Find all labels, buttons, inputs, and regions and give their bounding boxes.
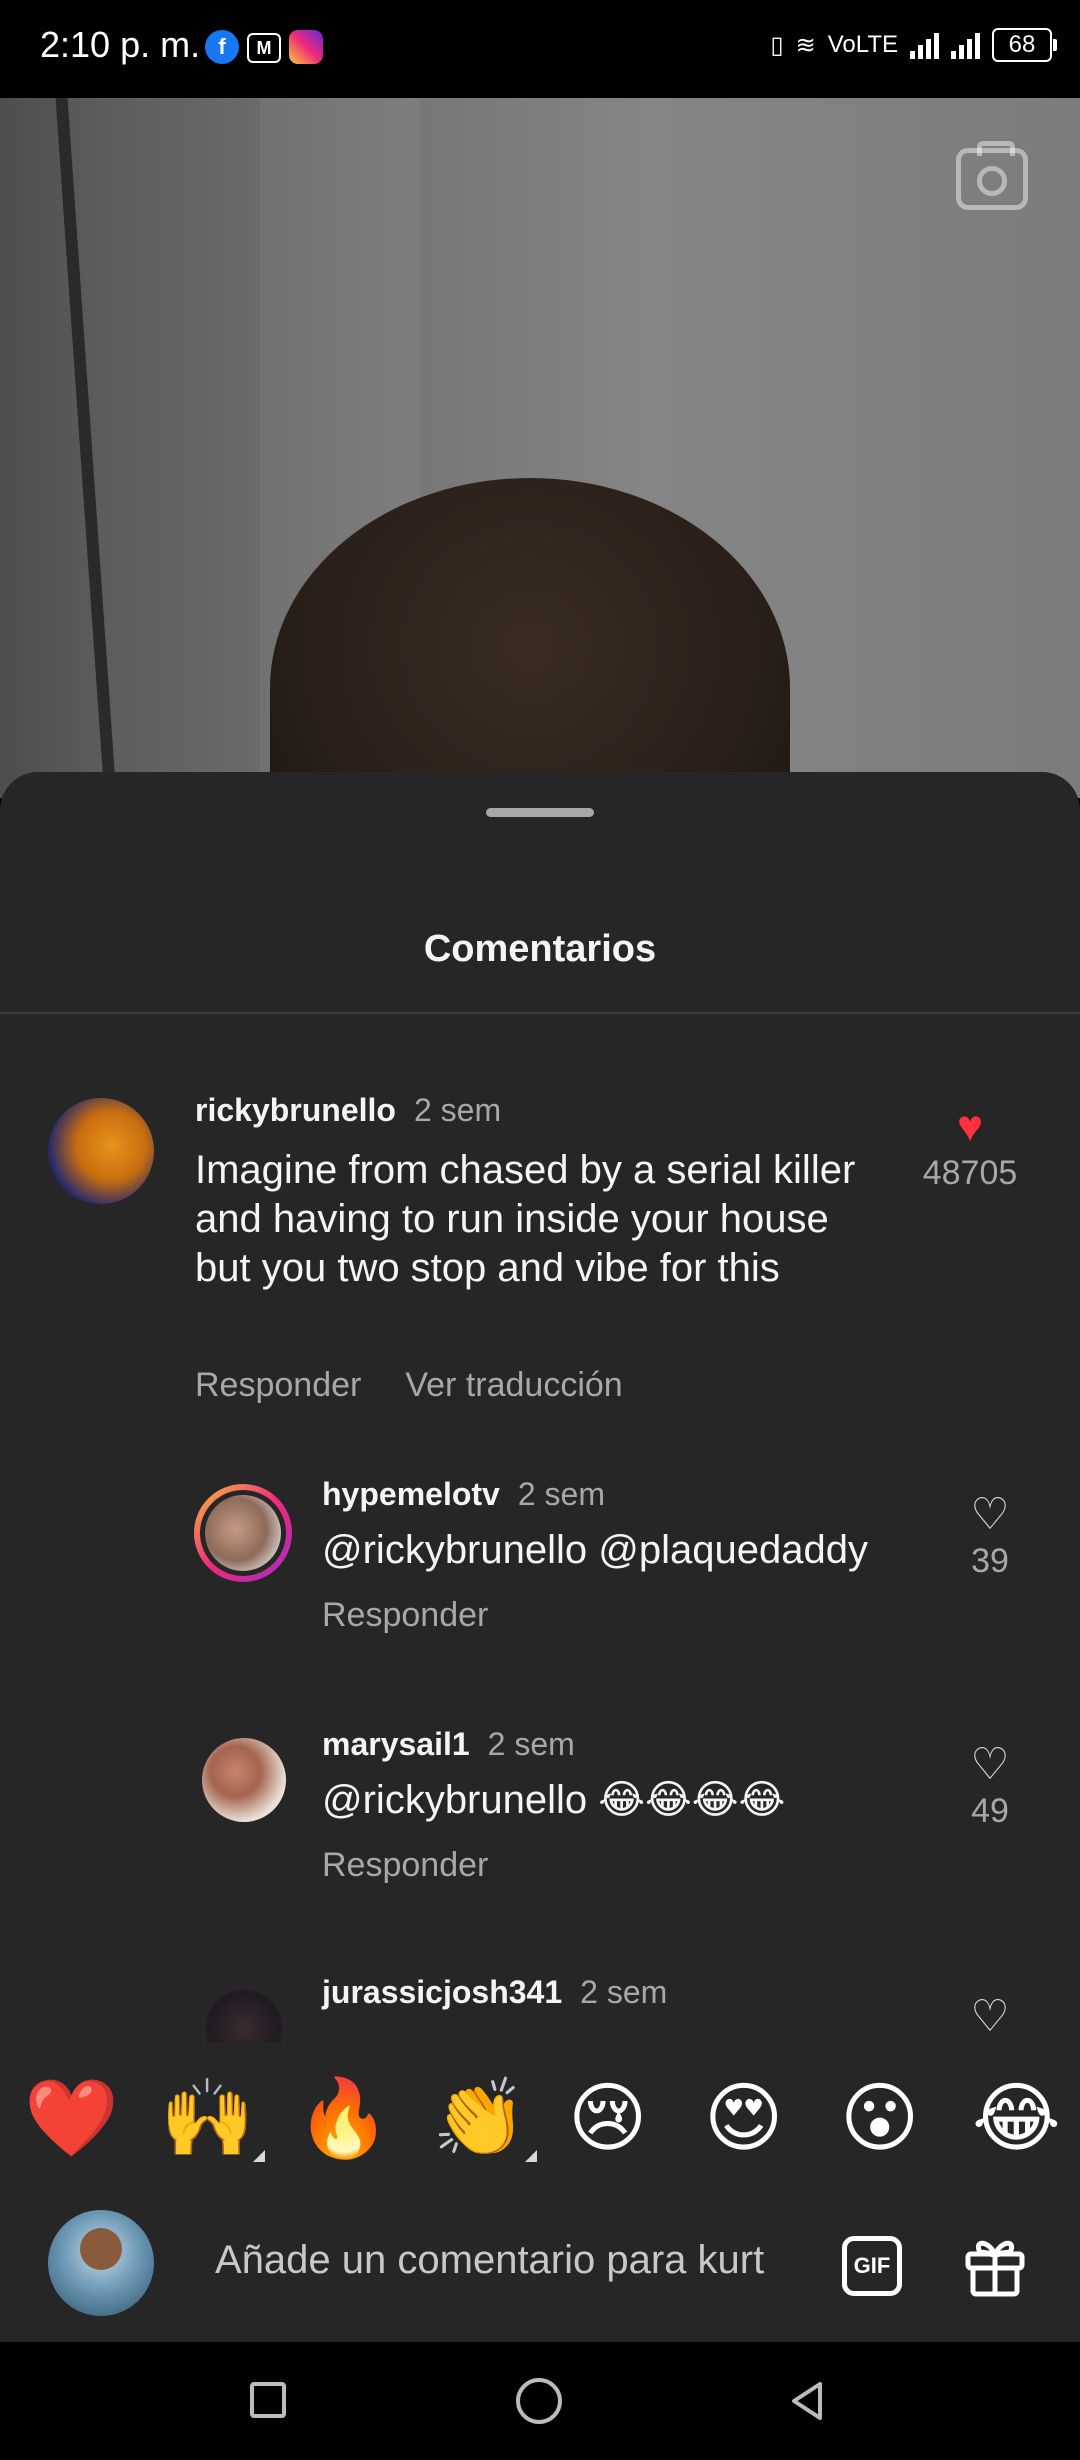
comment-time: 2 sem: [517, 1476, 605, 1512]
like-count: 49: [971, 1792, 1009, 1830]
status-indicators: ▯ ≋ VoLTE 68: [770, 28, 1057, 62]
signal-icon-2: [951, 31, 980, 59]
comment-username[interactable]: marysail1: [322, 1726, 470, 1762]
like-control[interactable]: ♡: [930, 1994, 1050, 2040]
recents-button[interactable]: [250, 2382, 286, 2418]
comment-header: jurassicjosh341 2 sem: [322, 1974, 667, 2011]
vibrate-icon: ▯: [770, 31, 784, 59]
like-control[interactable]: ♥ 48705: [910, 1104, 1030, 1193]
comment-text: @rickybrunello 😂😂😂😂: [322, 1778, 786, 1822]
video-player[interactable]: [0, 98, 1080, 798]
comment-username[interactable]: jurassicjosh341: [322, 1974, 562, 2010]
like-control[interactable]: ♡ 39: [930, 1492, 1050, 1581]
like-count: 48705: [922, 1154, 1018, 1192]
emoji-raising-hands[interactable]: 🙌: [160, 2073, 265, 2162]
comment-composer: Añade un comentario para kurt GIF: [0, 2192, 1080, 2342]
heart-outline-icon[interactable]: ♡: [930, 1994, 1050, 2040]
emoji-glyph: 👏: [432, 2073, 527, 2162]
emoji-surprised[interactable]: 😮: [840, 2076, 919, 2160]
reply-item: hypemelotv 2 sem @rickybrunello @plaqueda…: [0, 1424, 1080, 1654]
comment-username[interactable]: rickybrunello: [195, 1092, 396, 1128]
emoji-fire[interactable]: 🔥: [296, 2076, 391, 2160]
back-button[interactable]: [784, 2378, 830, 2424]
avatar[interactable]: [202, 1986, 286, 2042]
comment-actions: Responder: [322, 1596, 488, 1635]
emoji-crying[interactable]: 😢: [568, 2076, 647, 2160]
comment-input[interactable]: Añade un comentario para kurt: [215, 2238, 764, 2283]
comment-text: @rickybrunello @plaquedaddy: [322, 1528, 868, 1572]
gmail-icon: M: [247, 33, 281, 63]
network-label: VoLTE: [827, 31, 898, 58]
heart-filled-icon[interactable]: ♥: [910, 1104, 1030, 1150]
like-count: 39: [971, 1542, 1009, 1580]
status-bar: 2:10 p. m. f M ▯ ≋ VoLTE 68: [0, 0, 1080, 98]
more-variants-icon: [252, 2150, 265, 2162]
emoji-heart[interactable]: ❤️: [24, 2076, 119, 2160]
drag-handle[interactable]: [486, 808, 594, 817]
battery-indicator: 68: [992, 28, 1057, 62]
reply-item: marysail1 2 sem @rickybrunello 😂😂😂😂 Respo…: [0, 1676, 1080, 1906]
comment-header: hypemelotv 2 sem: [322, 1476, 605, 1513]
avatar-story-ring[interactable]: [194, 1484, 292, 1582]
emoji-quick-bar: ❤️ 🙌 🔥 👏 😢 😍 😮 😂: [0, 2068, 1080, 2168]
facebook-icon: f: [205, 30, 239, 64]
heart-outline-icon[interactable]: ♡: [930, 1742, 1050, 1788]
comment-header: marysail1 2 sem: [322, 1726, 575, 1763]
home-button[interactable]: [516, 2378, 562, 2424]
notification-icons: f M: [205, 30, 323, 64]
camera-icon[interactable]: [956, 141, 1028, 210]
reply-button[interactable]: Responder: [195, 1366, 361, 1404]
comment-time: 2 sem: [487, 1726, 575, 1762]
avatar[interactable]: [202, 1738, 286, 1822]
my-avatar: [48, 2210, 154, 2316]
door-frame: [55, 98, 117, 798]
signal-icon: [910, 31, 939, 59]
system-nav-bar: [0, 2342, 1080, 2460]
gif-button[interactable]: GIF: [842, 2236, 902, 2296]
emoji-glyph: 🙌: [160, 2073, 255, 2162]
like-control[interactable]: ♡ 49: [930, 1742, 1050, 1831]
comment-actions: Responder Ver traducción: [195, 1366, 623, 1405]
comment-username[interactable]: hypemelotv: [322, 1476, 500, 1512]
emoji-clapping[interactable]: 👏: [432, 2073, 537, 2162]
camera-lens: [977, 166, 1007, 196]
emoji-laughing[interactable]: 😂: [972, 2076, 1061, 2160]
wifi-icon: ≋: [795, 31, 816, 59]
status-time: 2:10 p. m.: [40, 24, 201, 65]
comment-item: rickybrunello 2 sem Imagine from chased b…: [0, 1024, 1080, 1404]
instagram-icon: [289, 30, 323, 64]
reply-button[interactable]: Responder: [322, 1846, 488, 1884]
reply-item: jurassicjosh341 2 sem ♡: [0, 1926, 1080, 2042]
comments-list[interactable]: rickybrunello 2 sem Imagine from chased b…: [0, 1024, 1080, 2042]
comment-time: 2 sem: [580, 1974, 668, 2010]
avatar[interactable]: [48, 1098, 154, 1204]
gift-icon[interactable]: [962, 2232, 1028, 2298]
more-variants-icon: [524, 2150, 537, 2162]
avatar-photo: [205, 1495, 281, 1571]
comment-time: 2 sem: [413, 1092, 502, 1128]
heart-outline-icon[interactable]: ♡: [930, 1492, 1050, 1538]
comment-actions: Responder: [322, 1846, 488, 1885]
comment-text: Imagine from chased by a serial killer a…: [195, 1148, 856, 1290]
sheet-title: Comentarios: [423, 928, 657, 970]
divider: [0, 1012, 1080, 1014]
comment-header: rickybrunello 2 sem: [195, 1092, 501, 1129]
reply-button[interactable]: Responder: [322, 1596, 488, 1634]
emoji-heart-eyes[interactable]: 😍: [704, 2076, 783, 2160]
translate-button[interactable]: Ver traducción: [405, 1366, 622, 1404]
